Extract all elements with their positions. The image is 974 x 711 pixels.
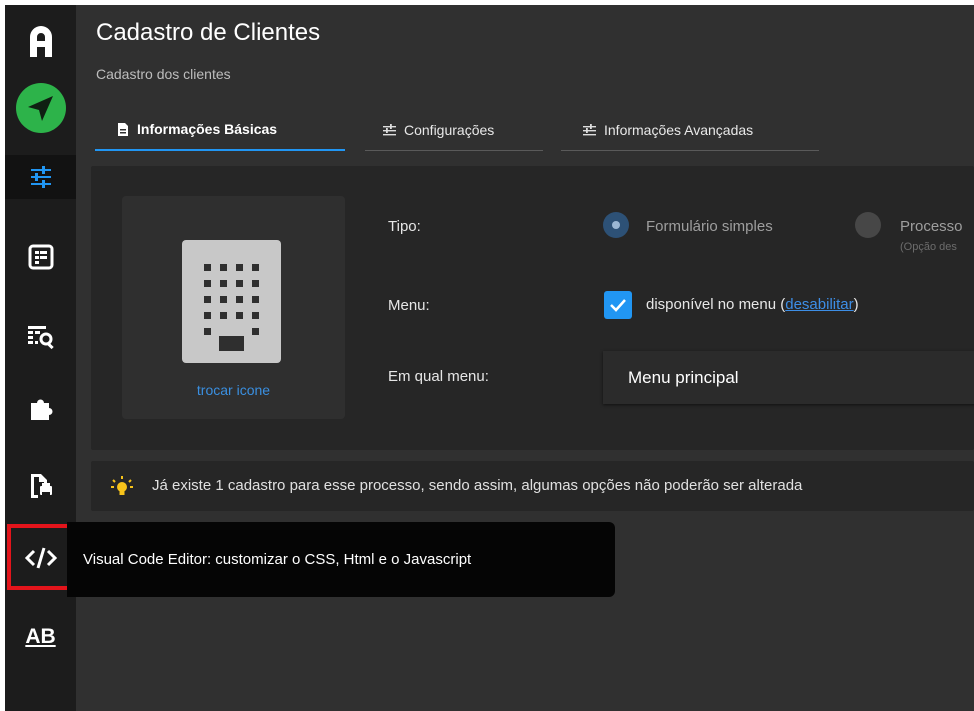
sidebar-item-file-print[interactable]	[5, 469, 76, 503]
sidebar: AB	[5, 5, 76, 711]
tune-icon	[30, 166, 51, 188]
type-label: Tipo:	[388, 218, 421, 235]
sidebar-item-send[interactable]	[5, 82, 76, 134]
sidebar-item-table-search[interactable]	[5, 319, 76, 353]
check-icon	[610, 299, 626, 312]
sidebar-item-ab[interactable]: AB	[5, 619, 76, 655]
tab-label: Informações Avançadas	[604, 121, 754, 138]
table-search-icon	[27, 326, 54, 350]
tune-icon	[583, 123, 596, 136]
tab-configurations[interactable]: Configurações	[365, 109, 543, 151]
tune-icon	[383, 123, 396, 136]
change-icon-link[interactable]: trocar icone	[122, 382, 345, 398]
lightbulb-icon	[111, 476, 133, 495]
app-window: AB Cadastro de Clientes Cadastro dos cli…	[5, 5, 974, 711]
basic-info-card: trocar icone Tipo: Formulário simples Pr…	[91, 166, 974, 450]
sidebar-item-code-editor[interactable]	[5, 542, 76, 574]
sidebar-logo[interactable]	[5, 21, 76, 61]
radio-simple-form[interactable]	[603, 212, 629, 238]
tab-advanced-info[interactable]: Informações Avançadas	[561, 109, 819, 151]
radio-simple-form-label: Formulário simples	[646, 218, 773, 235]
info-message: Já existe 1 cadastro para esse processo,…	[152, 477, 803, 494]
menu-label: Menu:	[388, 297, 430, 314]
radio-process-hint: (Opção des	[900, 241, 957, 253]
tab-label: Configurações	[404, 121, 495, 138]
sidebar-item-form[interactable]	[5, 241, 76, 273]
logo-a-icon	[29, 26, 52, 57]
file-print-icon	[30, 474, 52, 498]
ab-text-icon: AB	[25, 625, 56, 648]
which-menu-value: Menu principal	[628, 368, 739, 387]
icon-preview-box[interactable]: trocar icone	[122, 196, 345, 419]
radio-process[interactable]	[855, 212, 881, 238]
radio-process-label: Processo	[900, 218, 963, 235]
menu-text-start: disponível no menu (	[646, 296, 786, 313]
page-title: Cadastro de Clientes	[96, 19, 321, 46]
which-menu-label: Em qual menu:	[388, 368, 489, 385]
code-editor-tooltip: Visual Code Editor: customizar o CSS, Ht…	[67, 522, 615, 597]
page-subtitle: Cadastro dos clientes	[96, 66, 231, 82]
puzzle-icon	[30, 399, 52, 420]
sidebar-item-plugins[interactable]	[5, 391, 76, 425]
which-menu-select[interactable]: Menu principal	[603, 351, 974, 404]
code-icon	[24, 547, 57, 569]
tab-label: Informações Básicas	[137, 121, 278, 137]
building-icon	[182, 240, 281, 363]
menu-text-end: )	[853, 296, 859, 313]
menu-available-text: disponível no menu (desabilitar)	[646, 296, 859, 313]
menu-available-checkbox[interactable]	[604, 291, 632, 319]
tooltip-text: Visual Code Editor: customizar o CSS, Ht…	[83, 551, 472, 568]
info-bar: Já existe 1 cadastro para esse processo,…	[91, 461, 974, 511]
disable-menu-link[interactable]: desabilitar	[785, 296, 853, 313]
sidebar-item-tune[interactable]	[5, 161, 76, 193]
tab-basic-info[interactable]: Informações Básicas	[95, 109, 345, 151]
document-icon	[117, 122, 129, 136]
form-icon	[28, 244, 53, 270]
send-icon	[15, 83, 66, 133]
